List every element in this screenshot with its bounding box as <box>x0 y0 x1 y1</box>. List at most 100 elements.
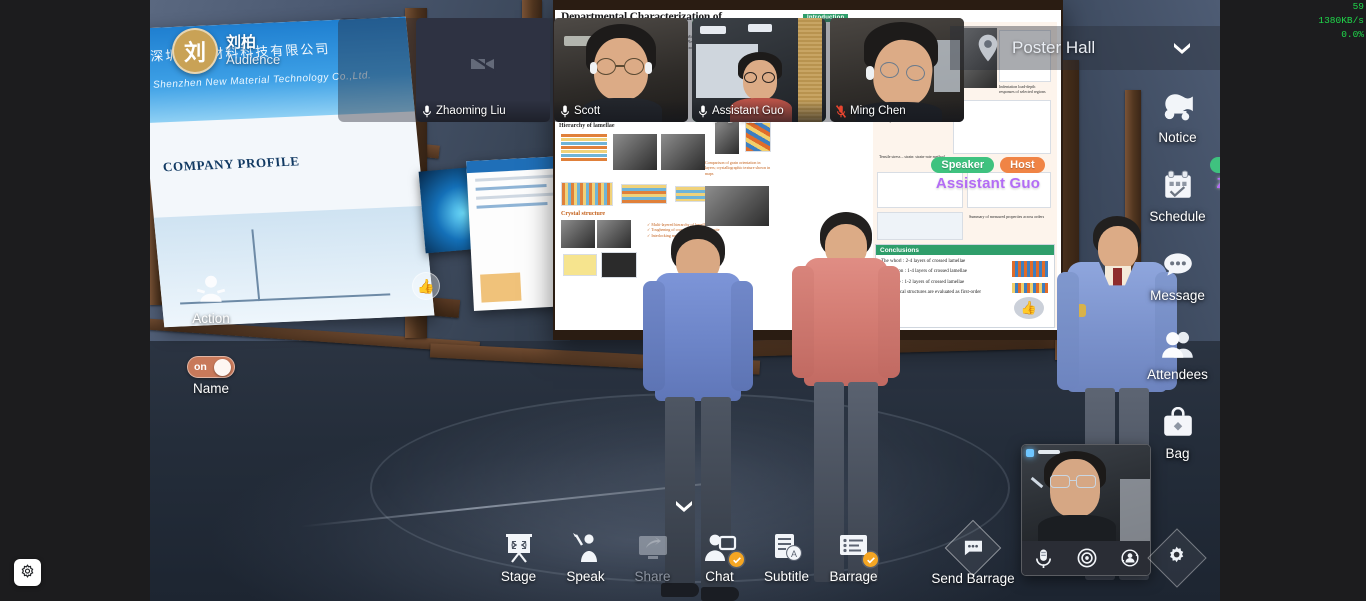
perf-fps: 59 <box>1318 0 1364 14</box>
participant-tile-scott[interactable]: Scott <box>554 18 688 122</box>
send-barrage-button[interactable]: Send Barrage <box>928 528 1018 586</box>
chat-bubble-dots-icon <box>1157 244 1199 286</box>
video-bg-ceiling-light <box>700 26 726 34</box>
action-label: Action <box>176 311 246 326</box>
participant-tile-zhaoming-liu[interactable]: Zhaoming Liu <box>416 18 550 122</box>
meeting-app-root: 深圳市新材料科技有限公司 Shenzhen New Material Techn… <box>0 0 1366 601</box>
gear-icon <box>19 564 36 581</box>
avatar-shoe-left <box>661 583 699 597</box>
switch-camera-icon <box>1120 548 1140 568</box>
status-badge <box>863 552 878 567</box>
sidebar-item-label: Message <box>1150 288 1205 303</box>
participant-earbud-right <box>645 62 652 74</box>
web-panel-line <box>476 202 547 209</box>
sidebar-item-label: Bag <box>1165 446 1189 461</box>
avatar-arm-right <box>878 266 900 378</box>
chevron-down-icon[interactable] <box>1170 36 1194 60</box>
chevron-down-icon[interactable] <box>672 496 696 516</box>
self-view-glasses-right <box>1076 475 1096 488</box>
participant-tile-assistant-guo[interactable]: Assistant Guo <box>692 18 826 122</box>
raise-hand-speak-icon <box>552 528 619 568</box>
poster-3d-block <box>621 184 667 204</box>
badge-speaker: Speaker <box>931 157 994 173</box>
perf-bandwidth: 1380KB/s <box>1318 14 1364 28</box>
badge-host: Host <box>1000 157 1044 173</box>
avatar-torso <box>655 273 741 401</box>
self-view-wall <box>1120 479 1151 543</box>
screen-share-icon <box>619 528 686 568</box>
toolbar-button-label: Stage <box>485 569 552 584</box>
poster-layer <box>561 146 607 149</box>
toolbar-button-label: Share <box>619 569 686 584</box>
chat-person-icon <box>686 528 753 568</box>
toolbar-button-barrage[interactable]: Barrage <box>820 528 887 584</box>
company-poster-title: COMPANY PROFILE <box>162 153 300 175</box>
sidebar-item-message[interactable]: Message <box>1130 244 1225 323</box>
sidebar-item-schedule[interactable]: Schedule <box>1130 165 1225 244</box>
sidebar-item-attendees[interactable]: Attendees <box>1130 323 1225 402</box>
sidebar-item-label: Attendees <box>1147 367 1208 382</box>
poster-micrograph <box>661 134 705 170</box>
poster-crystal-diagram <box>601 252 637 278</box>
camera-lens-icon <box>1077 548 1097 568</box>
barrage-list-icon <box>820 528 887 568</box>
megaphone-icon <box>1157 86 1199 128</box>
microphone-icon <box>1034 548 1053 569</box>
participant-earbud <box>866 66 874 80</box>
poster-3d-block <box>561 182 613 206</box>
poster-layer <box>561 150 607 153</box>
switch-camera[interactable] <box>1119 547 1141 569</box>
participant-tile-label: Assistant Guo <box>692 100 826 122</box>
self-view-shoulders <box>1038 515 1116 543</box>
toggle-state-text: on <box>194 361 207 373</box>
poster-layer <box>561 142 607 145</box>
avatar: 刘 <box>172 28 218 74</box>
status-badge <box>729 552 744 567</box>
nametag-name: Assistant Guo <box>906 175 1070 192</box>
app-settings-button[interactable] <box>14 559 41 586</box>
bottom-toolbar: Stage Speak Share <box>485 528 887 584</box>
thumbs-up-reaction-icon[interactable]: 👍 <box>412 272 440 300</box>
sidebar-item-notice[interactable]: Notice <box>1130 86 1225 165</box>
sidebar-item-label: Notice <box>1158 130 1196 145</box>
local-user-chip[interactable]: 刘 刘柏 Audience <box>172 28 280 74</box>
barrage-bubble-icon <box>945 520 1002 577</box>
participant-tile-label: Ming Chen <box>830 100 964 122</box>
poster-subheading: Hierarchy of lamellae <box>559 122 615 130</box>
poster-micrograph <box>613 134 657 170</box>
self-view-light-streak <box>1038 450 1060 454</box>
avatar-shoe-right <box>701 587 739 601</box>
toolbar-button-chat[interactable]: Chat <box>686 528 753 584</box>
participant-glasses-right <box>762 72 775 83</box>
self-view-panel[interactable] <box>1021 444 1151 576</box>
self-view-controls <box>1022 541 1151 575</box>
stage-screen-icon <box>485 528 552 568</box>
poster-layer <box>561 134 607 137</box>
scene-nametag-assistant-guo[interactable]: Speaker Host Assistant Guo <box>906 157 1070 192</box>
participant-tile-label: Zhaoming Liu <box>416 100 550 122</box>
self-view-highlight <box>1026 449 1034 457</box>
toolbar-button-speak[interactable]: Speak <box>552 528 619 584</box>
emote-action-icon <box>193 272 229 304</box>
self-view-glasses-bridge <box>1070 480 1076 481</box>
camera-toggle[interactable] <box>1076 547 1098 569</box>
name-visibility-toggle[interactable]: on <box>187 356 235 378</box>
poster-subheading: Crystal structure <box>561 210 605 218</box>
participant-name: Scott <box>574 105 600 117</box>
avatar-arm-left <box>643 281 665 391</box>
nametag-badges: Speaker Host <box>906 157 1070 173</box>
action-button[interactable]: Action <box>176 272 246 326</box>
toolbar-button-subtitle[interactable]: A Subtitle <box>753 528 820 584</box>
svg-text:A: A <box>790 549 796 559</box>
microphone-muted-icon <box>836 105 846 118</box>
toolbar-button-stage[interactable]: Stage <box>485 528 552 584</box>
gear-icon <box>1166 545 1188 572</box>
mic-toggle[interactable] <box>1033 547 1055 569</box>
poster-micrograph <box>715 122 739 154</box>
participant-tile-ming-chen[interactable]: Ming Chen <box>830 18 964 122</box>
toolbar-button-share[interactable]: Share <box>619 528 686 584</box>
briefcase-icon <box>1157 402 1199 444</box>
participant-earbud-left <box>590 62 597 74</box>
toggle-knob <box>214 359 231 376</box>
poster-micrograph <box>561 220 595 248</box>
